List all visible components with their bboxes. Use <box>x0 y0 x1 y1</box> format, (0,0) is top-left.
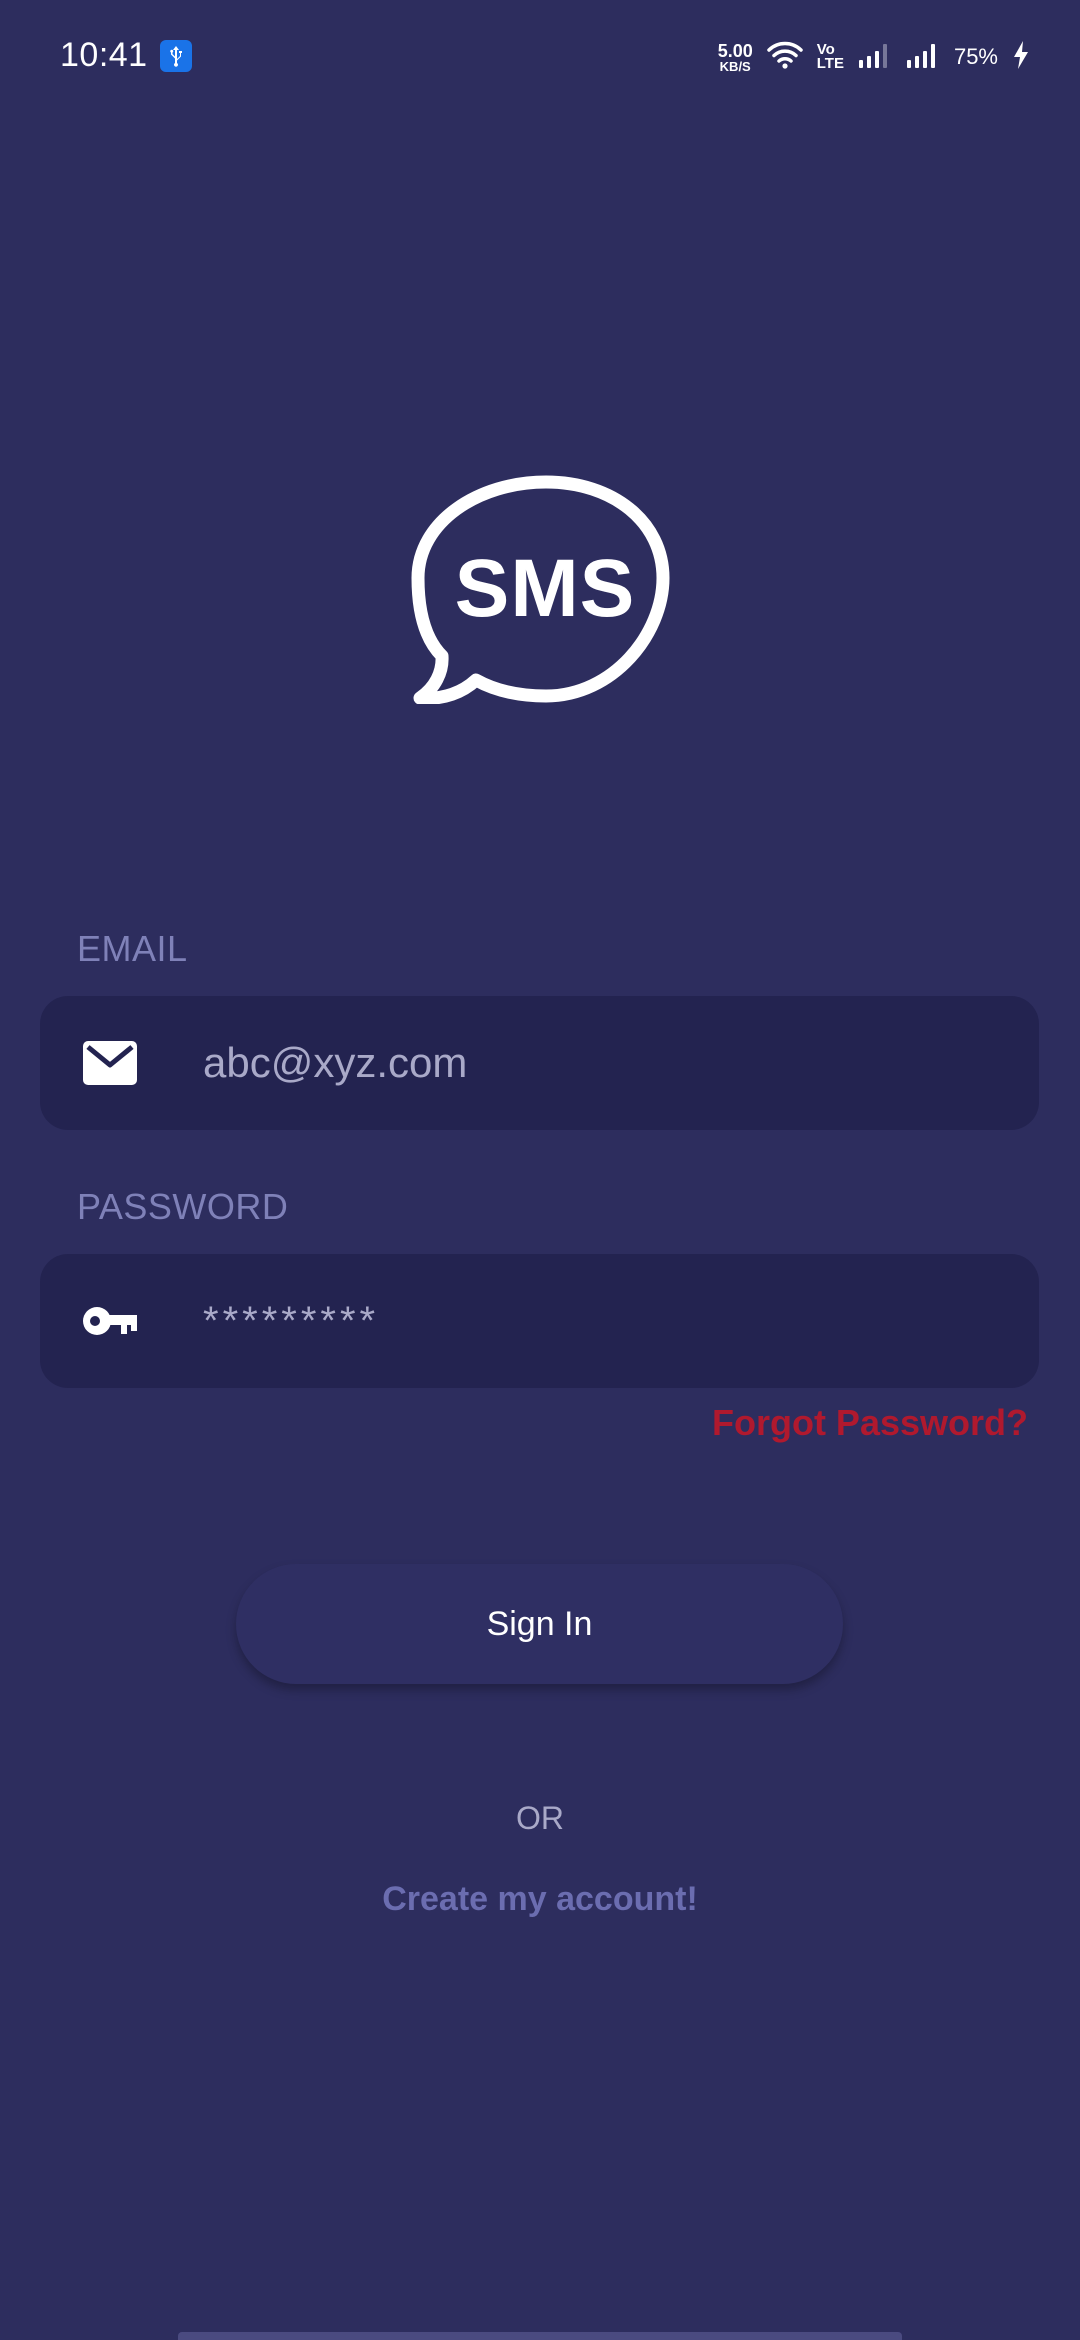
sign-in-button[interactable]: Sign In <box>236 1564 843 1684</box>
logo-text: SMS <box>454 543 636 634</box>
mail-icon <box>80 996 140 1130</box>
status-bar: 10:41 5.00 KB/S Vo LTE 75% <box>0 0 1080 116</box>
status-icons: 5.00 KB/S Vo LTE 75% <box>718 36 1030 78</box>
battery-percent: 75% <box>953 44 998 69</box>
password-input[interactable]: ********* <box>203 1254 379 1388</box>
navigation-handle[interactable] <box>178 2332 902 2340</box>
charging-icon <box>1012 40 1030 75</box>
email-input[interactable] <box>203 996 1003 1130</box>
net-speed-unit: KB/S <box>719 58 751 74</box>
email-field[interactable] <box>40 996 1039 1130</box>
net-speed-value: 5.00 <box>717 40 753 61</box>
signal-icon <box>858 41 892 74</box>
volte-bottom: LTE <box>816 55 844 72</box>
password-field[interactable]: ********* <box>40 1254 1039 1388</box>
or-divider-text: OR <box>516 1800 564 1836</box>
net-speed: 5.00 KB/S <box>718 42 753 73</box>
usb-icon <box>160 40 192 72</box>
password-label: PASSWORD <box>77 1186 289 1227</box>
signal-icon <box>906 41 940 74</box>
forgot-password-link[interactable]: Forgot Password? <box>712 1402 1028 1444</box>
wifi-icon <box>766 40 803 75</box>
key-icon <box>80 1254 140 1388</box>
sms-logo: SMS <box>408 474 670 705</box>
volte-indicator: Vo LTE <box>816 42 844 72</box>
email-label: EMAIL <box>77 928 188 969</box>
create-account-link[interactable]: Create my account! <box>0 1880 1080 1919</box>
status-time: 10:41 <box>60 36 148 74</box>
